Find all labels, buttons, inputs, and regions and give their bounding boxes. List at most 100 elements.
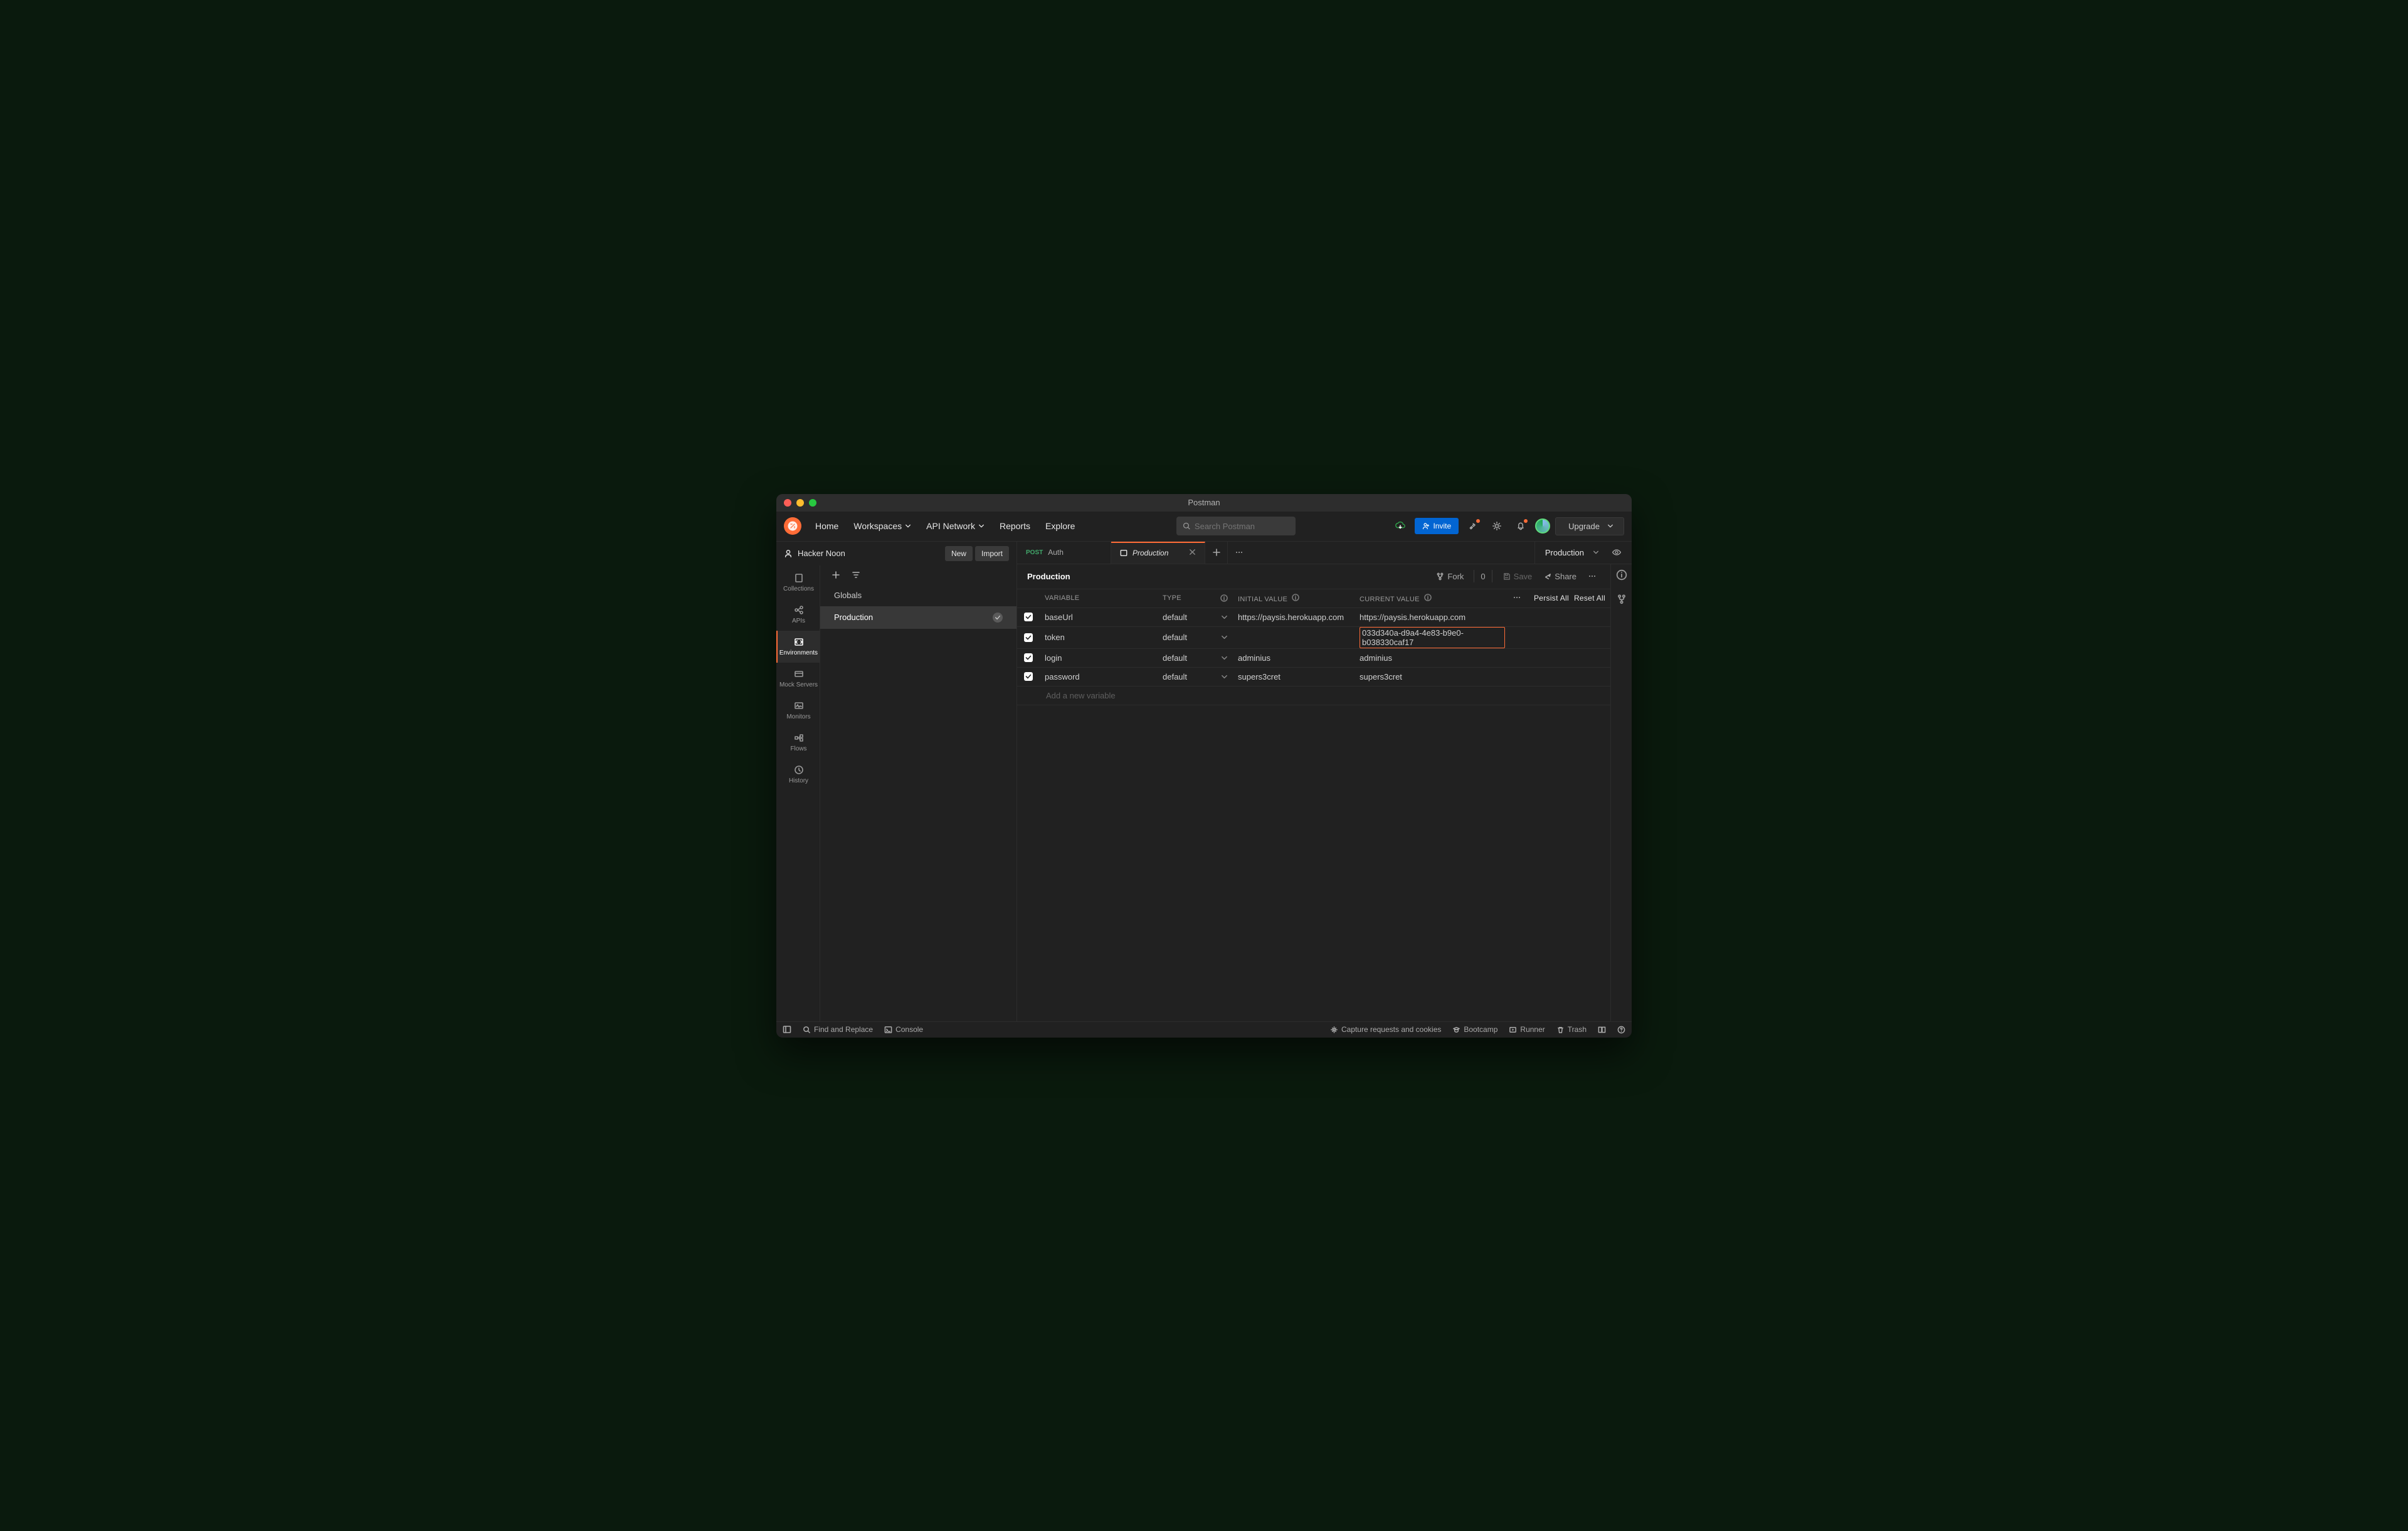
new-button[interactable]: New	[945, 546, 973, 561]
cell-current[interactable]: supers3cret	[1354, 672, 1510, 681]
vnav-mock[interactable]: Mock Servers	[776, 663, 820, 695]
cell-type[interactable]: default	[1158, 633, 1233, 642]
search-box[interactable]	[1176, 517, 1296, 535]
upgrade-button[interactable]: Upgrade	[1555, 517, 1624, 535]
runner-button[interactable]: Runner	[1509, 1025, 1545, 1034]
cell-variable[interactable]: login	[1040, 653, 1158, 663]
content: Production Fork 0 Save	[1017, 564, 1632, 1021]
sat-button[interactable]	[1464, 517, 1482, 535]
share-button[interactable]: Share	[1539, 569, 1580, 584]
help-button[interactable]	[1617, 1026, 1625, 1034]
filter-env-button[interactable]	[849, 568, 863, 582]
table-header: VARIABLE TYPE INITIAL VALUE CURRENT VALU…	[1017, 589, 1610, 608]
runner-icon	[1509, 1026, 1517, 1034]
nav-workspaces[interactable]: Workspaces	[847, 517, 917, 535]
bootcamp-button[interactable]: Bootcamp	[1452, 1025, 1497, 1034]
invite-button[interactable]: Invite	[1415, 518, 1459, 534]
postman-logo[interactable]	[784, 517, 801, 535]
cell-type[interactable]: default	[1158, 613, 1233, 622]
cell-current[interactable]: adminius	[1354, 653, 1510, 663]
tab-overflow-button[interactable]	[1228, 542, 1250, 564]
row-more-icon[interactable]	[1513, 593, 1521, 604]
nav-workspaces-label: Workspaces	[853, 521, 902, 531]
console-button[interactable]: Console	[884, 1025, 923, 1034]
vnav-history[interactable]: History	[776, 759, 820, 791]
cell-initial[interactable]: https://paysis.herokuapp.com	[1233, 613, 1354, 622]
vnav-apis[interactable]: APIs	[776, 599, 820, 631]
row-checkbox[interactable]	[1017, 633, 1040, 642]
changelog-rail-button[interactable]	[1616, 594, 1627, 608]
cell-variable[interactable]: password	[1040, 672, 1158, 681]
settings-button[interactable]	[1487, 517, 1506, 535]
close-tab-button[interactable]	[1189, 549, 1196, 557]
fork-button[interactable]: Fork	[1432, 569, 1467, 584]
tab-auth[interactable]: POST Auth	[1017, 542, 1111, 564]
vnav-flows-label: Flows	[790, 745, 806, 752]
search-input[interactable]	[1195, 522, 1290, 531]
col-actions: Persist All Reset All	[1510, 593, 1610, 604]
col-type: TYPE	[1158, 594, 1233, 602]
sidebar-toggle[interactable]	[783, 1025, 791, 1034]
upgrade-label: Upgrade	[1568, 522, 1600, 531]
avatar[interactable]	[1535, 518, 1550, 534]
topbar: Home Workspaces API Network Reports Expl…	[776, 512, 1632, 542]
env-item-globals[interactable]: Globals	[820, 584, 1017, 606]
info-icon[interactable]	[1292, 594, 1299, 601]
chevron-down-icon	[1221, 655, 1228, 661]
row-checkbox[interactable]	[1017, 672, 1040, 681]
nav-reports[interactable]: Reports	[993, 517, 1037, 535]
cell-initial[interactable]: supers3cret	[1233, 672, 1354, 681]
gear-icon	[1492, 521, 1502, 531]
env-tab-icon	[1120, 549, 1127, 557]
cell-current[interactable]: 033d340a-d9a4-4e83-b9e0-b038330caf17	[1354, 627, 1510, 648]
chevron-down-icon	[978, 523, 985, 529]
info-icon[interactable]	[1424, 594, 1432, 601]
cell-type[interactable]: default	[1158, 672, 1233, 681]
persist-all-button[interactable]: Persist All	[1534, 594, 1569, 602]
info-rail-button[interactable]	[1616, 569, 1627, 584]
row-checkbox[interactable]	[1017, 613, 1040, 621]
window-title: Postman	[776, 498, 1632, 507]
reset-all-button[interactable]: Reset All	[1574, 594, 1605, 602]
create-env-button[interactable]	[829, 568, 843, 582]
vnav-apis-label: APIs	[792, 618, 805, 624]
sync-button[interactable]	[1391, 517, 1410, 535]
capture-cookies-button[interactable]: Capture requests and cookies	[1330, 1025, 1441, 1034]
vnav-collections[interactable]: Collections	[776, 567, 820, 599]
add-variable-row[interactable]: Add a new variable	[1017, 687, 1610, 705]
nav-explore[interactable]: Explore	[1039, 517, 1081, 535]
find-replace-button[interactable]: Find and Replace	[803, 1025, 873, 1034]
new-tab-button[interactable]	[1205, 542, 1228, 564]
workspace-name-button[interactable]: Hacker Noon	[784, 549, 845, 558]
eye-icon[interactable]	[1612, 547, 1622, 557]
layout-button[interactable]	[1598, 1026, 1606, 1034]
more-actions-button[interactable]	[1584, 569, 1600, 583]
info-icon[interactable]	[1220, 594, 1228, 602]
env-item-production[interactable]: Production	[820, 606, 1017, 629]
cell-type[interactable]: default	[1158, 653, 1233, 663]
titlebar: Postman	[776, 494, 1632, 512]
cell-variable[interactable]: token	[1040, 633, 1158, 642]
share-icon	[1543, 572, 1551, 581]
cell-initial[interactable]: adminius	[1233, 653, 1354, 663]
tab-production[interactable]: Production	[1111, 542, 1205, 564]
notifications-button[interactable]	[1511, 517, 1530, 535]
search-wrap	[1084, 517, 1388, 535]
row-checkbox[interactable]	[1017, 653, 1040, 662]
cell-variable[interactable]: baseUrl	[1040, 613, 1158, 622]
environment-selector[interactable]: Production	[1534, 542, 1632, 564]
table-row: passworddefaultsupers3cretsupers3cret	[1017, 668, 1610, 687]
trash-icon	[1556, 1026, 1565, 1034]
workspace-actions: New Import	[945, 546, 1009, 561]
vnav-flows[interactable]: Flows	[776, 727, 820, 759]
import-button[interactable]: Import	[975, 546, 1009, 561]
save-button[interactable]: Save	[1499, 569, 1536, 584]
vnav-environments[interactable]: Environments	[776, 631, 820, 663]
nav-home[interactable]: Home	[809, 517, 845, 535]
workspace-name-label: Hacker Noon	[798, 549, 845, 558]
trash-button[interactable]: Trash	[1556, 1025, 1587, 1034]
nav-api-network[interactable]: API Network	[920, 517, 991, 535]
vnav-monitors[interactable]: Monitors	[776, 695, 820, 727]
right-rail	[1610, 564, 1632, 1021]
cell-current[interactable]: https://paysis.herokuapp.com	[1354, 613, 1510, 622]
